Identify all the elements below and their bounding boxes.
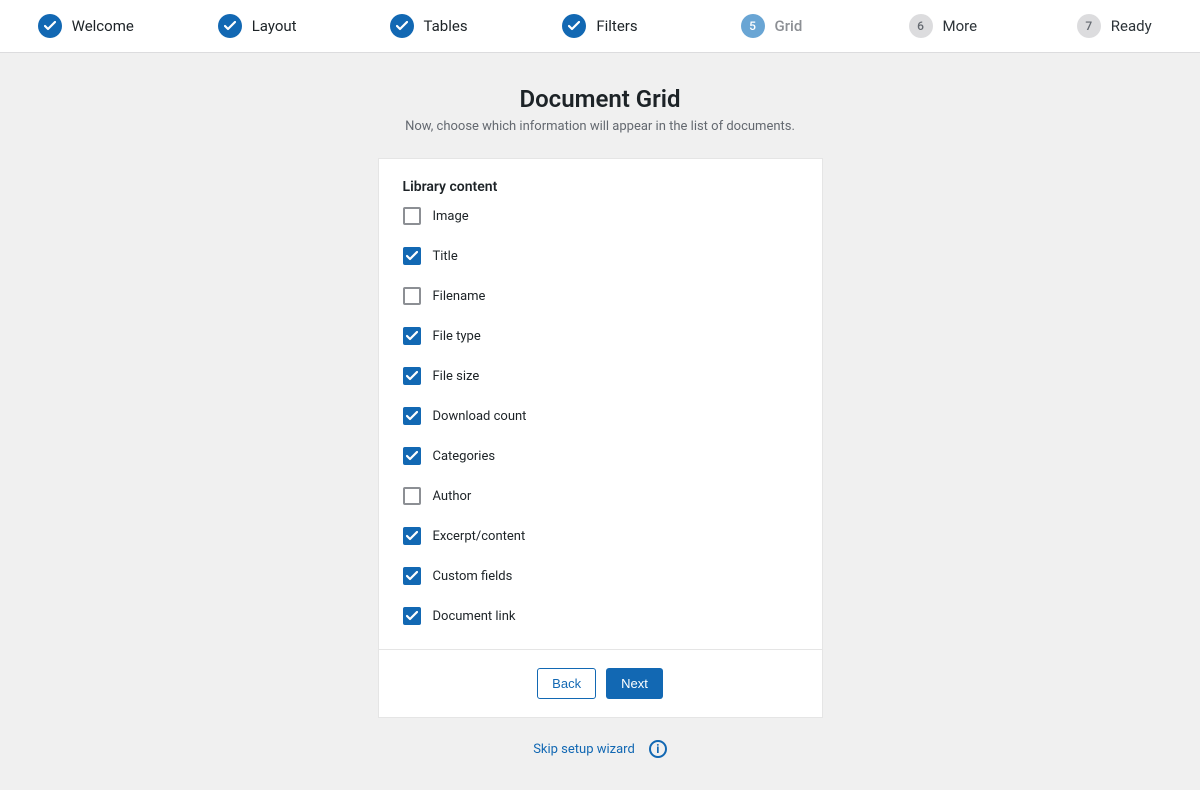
checkbox[interactable] xyxy=(403,247,421,265)
checkbox-row: Title xyxy=(403,247,798,265)
page-subtitle: Now, choose which information will appea… xyxy=(200,119,1000,134)
check-icon xyxy=(44,21,56,31)
checkbox-row: Author xyxy=(403,487,798,505)
step-label: Grid xyxy=(775,17,803,35)
checkbox-label: Image xyxy=(433,209,469,224)
checkbox[interactable] xyxy=(403,607,421,625)
options-card: Library content Image Title Filename File t… xyxy=(378,158,823,718)
step-label: Filters xyxy=(596,17,637,35)
checkbox-list: Image Title Filename File type File size Down… xyxy=(403,207,798,625)
checkbox[interactable] xyxy=(403,567,421,585)
check-icon xyxy=(406,451,418,461)
checkbox-row: Download count xyxy=(403,407,798,425)
wizard-step[interactable]: Welcome xyxy=(0,14,171,38)
step-completed-icon xyxy=(38,14,62,38)
check-icon xyxy=(406,611,418,621)
checkbox-row: Excerpt/content xyxy=(403,527,798,545)
check-icon xyxy=(406,331,418,341)
section-label: Library content xyxy=(403,179,798,195)
check-icon xyxy=(406,571,418,581)
checkbox[interactable] xyxy=(403,287,421,305)
checkbox-row: Categories xyxy=(403,447,798,465)
checkbox-label: Document link xyxy=(433,609,516,624)
wizard-step[interactable]: Filters xyxy=(514,14,685,38)
next-button[interactable]: Next xyxy=(606,668,663,699)
check-icon xyxy=(396,21,408,31)
step-label: Layout xyxy=(252,17,297,35)
checkbox[interactable] xyxy=(403,207,421,225)
check-icon xyxy=(406,251,418,261)
step-label: Tables xyxy=(424,17,468,35)
checkbox-label: Download count xyxy=(433,409,527,424)
wizard-step[interactable]: Layout xyxy=(171,14,342,38)
check-icon xyxy=(406,371,418,381)
skip-setup-link[interactable]: Skip setup wizard xyxy=(533,742,635,757)
checkbox-label: Filename xyxy=(433,289,486,304)
page-title: Document Grid xyxy=(200,85,1000,113)
back-button[interactable]: Back xyxy=(537,668,596,699)
checkbox[interactable] xyxy=(403,367,421,385)
info-icon[interactable]: i xyxy=(649,740,667,758)
checkbox-label: Excerpt/content xyxy=(433,529,526,544)
checkbox-label: File size xyxy=(433,369,480,384)
checkbox-row: Custom fields xyxy=(403,567,798,585)
checkbox-label: Custom fields xyxy=(433,569,513,584)
step-completed-icon xyxy=(562,14,586,38)
checkbox-row: Filename xyxy=(403,287,798,305)
step-label: More xyxy=(943,17,978,35)
wizard-step[interactable]: 7 Ready xyxy=(1029,14,1200,38)
step-number-badge: 5 xyxy=(741,14,765,38)
wizard-stepper: Welcome Layout Tables Filters 5 Grid 6 More 7 Rea… xyxy=(0,0,1200,53)
checkbox-label: File type xyxy=(433,329,481,344)
wizard-step[interactable]: 6 More xyxy=(857,14,1028,38)
check-icon xyxy=(224,21,236,31)
step-number-badge: 6 xyxy=(909,14,933,38)
check-icon xyxy=(406,531,418,541)
checkbox-label: Categories xyxy=(433,449,496,464)
checkbox[interactable] xyxy=(403,327,421,345)
step-label: Welcome xyxy=(72,17,134,35)
step-number-badge: 7 xyxy=(1077,14,1101,38)
checkbox[interactable] xyxy=(403,407,421,425)
checkbox[interactable] xyxy=(403,447,421,465)
step-completed-icon xyxy=(390,14,414,38)
wizard-step[interactable]: 5 Grid xyxy=(686,14,857,38)
check-icon xyxy=(406,411,418,421)
skip-row: Skip setup wizard i xyxy=(200,740,1000,758)
checkbox-label: Title xyxy=(433,249,458,264)
checkbox-row: Image xyxy=(403,207,798,225)
checkbox-label: Author xyxy=(433,489,472,504)
checkbox-row: File size xyxy=(403,367,798,385)
step-completed-icon xyxy=(218,14,242,38)
wizard-content: Document Grid Now, choose which informat… xyxy=(200,53,1000,790)
checkbox-row: File type xyxy=(403,327,798,345)
checkbox-row: Document link xyxy=(403,607,798,625)
step-label: Ready xyxy=(1111,17,1152,35)
checkbox[interactable] xyxy=(403,527,421,545)
wizard-step[interactable]: Tables xyxy=(343,14,514,38)
card-footer: Back Next xyxy=(379,649,822,717)
checkbox[interactable] xyxy=(403,487,421,505)
check-icon xyxy=(568,21,580,31)
